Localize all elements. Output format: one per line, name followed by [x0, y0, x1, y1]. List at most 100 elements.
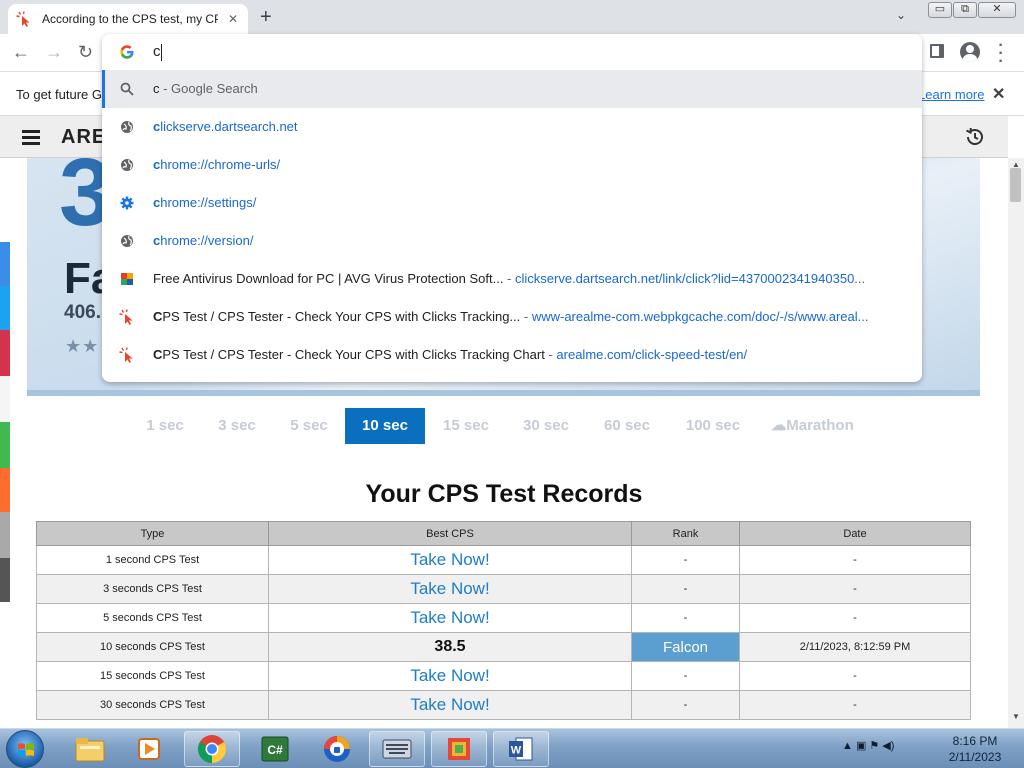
- learn-more-link[interactable]: Learn more: [918, 87, 984, 102]
- csharp-icon[interactable]: C#: [247, 731, 303, 767]
- record-type: 10 seconds CPS Test: [36, 632, 269, 662]
- suggestion-item[interactable]: CPS Test / CPS Tester - Check Your CPS w…: [102, 298, 922, 336]
- take-now-link[interactable]: Take Now!: [268, 545, 632, 575]
- windows-taskbar: C# W ▲ ▣ ⚑ ◀) 8:16 PM 2/11/2023: [0, 728, 1024, 768]
- scroll-thumb[interactable]: [1010, 168, 1021, 202]
- suggestion-item[interactable]: Free Antivirus Download for PC | AVG Vir…: [102, 260, 922, 298]
- cps-cursor-icon: [119, 309, 135, 325]
- suggestion-item[interactable]: chrome://chrome-urls/: [102, 146, 922, 184]
- suggestion-match: C: [153, 347, 163, 362]
- suggestion-item[interactable]: chrome://version/: [102, 222, 922, 260]
- record-rank: -: [631, 574, 740, 604]
- share-strip-twitter[interactable]: [0, 286, 10, 330]
- new-tab-button[interactable]: +: [260, 6, 272, 28]
- duration-tab-30-sec[interactable]: 30 sec: [510, 408, 582, 444]
- column-header: Best CPS: [268, 521, 632, 546]
- take-now-link[interactable]: Take Now!: [268, 574, 632, 604]
- winrar-icon[interactable]: [431, 731, 487, 767]
- share-strip-facebook[interactable]: [0, 242, 10, 286]
- avast-secure-browser-icon[interactable]: [309, 731, 365, 767]
- duration-selector: 1 sec 3 sec 5 sec 10 sec 15 sec 30 sec 6…: [130, 408, 880, 444]
- duration-tab-3-sec[interactable]: 3 sec: [202, 408, 272, 444]
- duration-tab-100-sec[interactable]: 100 sec: [675, 408, 751, 444]
- suggestion-item[interactable]: clickserve.dartsearch.net: [102, 108, 922, 146]
- column-header: Rank: [631, 521, 740, 546]
- share-strip-other[interactable]: [0, 558, 10, 602]
- cps-cursor-icon: [119, 347, 135, 363]
- info-bar-close-icon[interactable]: ✕: [992, 84, 1005, 104]
- record-type: 1 second CPS Test: [36, 545, 269, 575]
- table-row: 10 seconds CPS Test 38.5 Falcon 2/11/202…: [36, 632, 971, 662]
- history-icon[interactable]: [964, 126, 986, 148]
- address-input-value[interactable]: c: [153, 43, 161, 60]
- table-row: 1 second CPS Test Take Now! - -: [36, 545, 971, 575]
- tab-search-chevron-icon[interactable]: ⌄: [896, 8, 906, 22]
- suggestion-item[interactable]: chrome://settings/: [102, 184, 922, 222]
- duration-tab-60-sec[interactable]: 60 sec: [591, 408, 663, 444]
- duration-tab-10-sec[interactable]: 10 sec: [345, 408, 425, 444]
- address-bar[interactable]: c: [102, 34, 922, 70]
- share-strip-more[interactable]: [0, 512, 10, 558]
- suggestion-url: arealme.com/click-speed-test/en/: [556, 347, 748, 362]
- minimize-button[interactable]: ▭: [928, 2, 952, 18]
- globe-icon: [119, 233, 135, 249]
- suggestion-text: hrome://chrome-urls/: [160, 157, 281, 172]
- system-tray-icons[interactable]: ▲ ▣ ⚑ ◀): [842, 739, 894, 752]
- word-icon[interactable]: W: [493, 731, 549, 767]
- side-panel-icon[interactable]: [930, 44, 944, 58]
- marathon-icon: ☁: [771, 417, 787, 434]
- suggestion-match: C: [153, 309, 163, 324]
- hamburger-menu-icon[interactable]: [22, 130, 40, 145]
- result-cps: 406.: [64, 302, 101, 323]
- record-type: 5 seconds CPS Test: [36, 603, 269, 633]
- clock-date: 2/11/2023: [948, 750, 1002, 764]
- suggestion-url: www-arealme-com.webpkgcache.com/doc/-/s/…: [531, 309, 869, 324]
- suggestion-item[interactable]: CPS Test / CPS Tester - Check Your CPS w…: [102, 336, 922, 374]
- record-date: -: [739, 690, 971, 720]
- table-row: 3 seconds CPS Test Take Now! - -: [36, 574, 971, 604]
- chrome-icon[interactable]: [184, 731, 240, 767]
- duration-tab-15-sec[interactable]: 15 sec: [430, 408, 502, 444]
- duration-tab-5-sec[interactable]: 5 sec: [274, 408, 344, 444]
- media-player-icon[interactable]: [121, 731, 177, 767]
- table-row: 5 seconds CPS Test Take Now! - -: [36, 603, 971, 633]
- suggestion-item[interactable]: c - Google Search: [102, 70, 922, 108]
- duration-tab-marathon[interactable]: ☁Marathon: [760, 408, 865, 444]
- close-window-button[interactable]: ✕: [978, 2, 1016, 18]
- browser-tab[interactable]: According to the CPS test, my CP ✕: [8, 4, 248, 34]
- taskbar-clock[interactable]: 8:16 PM 2/11/2023: [940, 733, 1010, 765]
- keyboard-icon[interactable]: [369, 731, 425, 767]
- avg-icon: [119, 271, 135, 287]
- share-strip-blank: [0, 376, 10, 422]
- start-button[interactable]: [6, 730, 44, 768]
- share-strip-whatsapp[interactable]: [0, 422, 10, 468]
- duration-tab-1-sec[interactable]: 1 sec: [130, 408, 200, 444]
- page-scrollbar[interactable]: ▲ ▼: [1008, 158, 1024, 728]
- rank-badge[interactable]: Falcon: [631, 632, 740, 662]
- forward-button[interactable]: →: [45, 42, 63, 62]
- share-strip-pinterest[interactable]: [0, 330, 10, 376]
- scroll-down-arrow-icon[interactable]: ▼: [1012, 712, 1020, 721]
- gear-icon: [119, 195, 135, 211]
- search-icon: [119, 81, 135, 97]
- records-table: Type Best CPS Rank Date 1 second CPS Tes…: [36, 521, 971, 720]
- google-g-icon: [120, 45, 134, 59]
- take-now-link[interactable]: Take Now!: [268, 690, 632, 720]
- restore-button[interactable]: ⧉: [953, 2, 977, 18]
- tab-close-icon[interactable]: ✕: [228, 12, 238, 26]
- record-date: -: [739, 603, 971, 633]
- reload-button[interactable]: ↻: [78, 42, 93, 62]
- profile-avatar-icon[interactable]: [960, 42, 980, 62]
- suggestion-text: - Google Search: [159, 81, 258, 96]
- text-cursor: [161, 44, 162, 61]
- take-now-link[interactable]: Take Now!: [268, 603, 632, 633]
- take-now-link[interactable]: Take Now!: [268, 661, 632, 691]
- suggestion-text: PS Test / CPS Tester - Check Your CPS wi…: [162, 347, 545, 362]
- record-date: -: [739, 545, 971, 575]
- back-button[interactable]: ←: [12, 42, 30, 62]
- file-explorer-icon[interactable]: [62, 731, 118, 767]
- record-type: 30 seconds CPS Test: [36, 690, 269, 720]
- site-logo[interactable]: ARE: [61, 126, 106, 149]
- chrome-menu-icon[interactable]: · · ·: [998, 38, 1004, 70]
- suggestion-url: clickserve.dartsearch.net/link/click?lid…: [515, 271, 866, 286]
